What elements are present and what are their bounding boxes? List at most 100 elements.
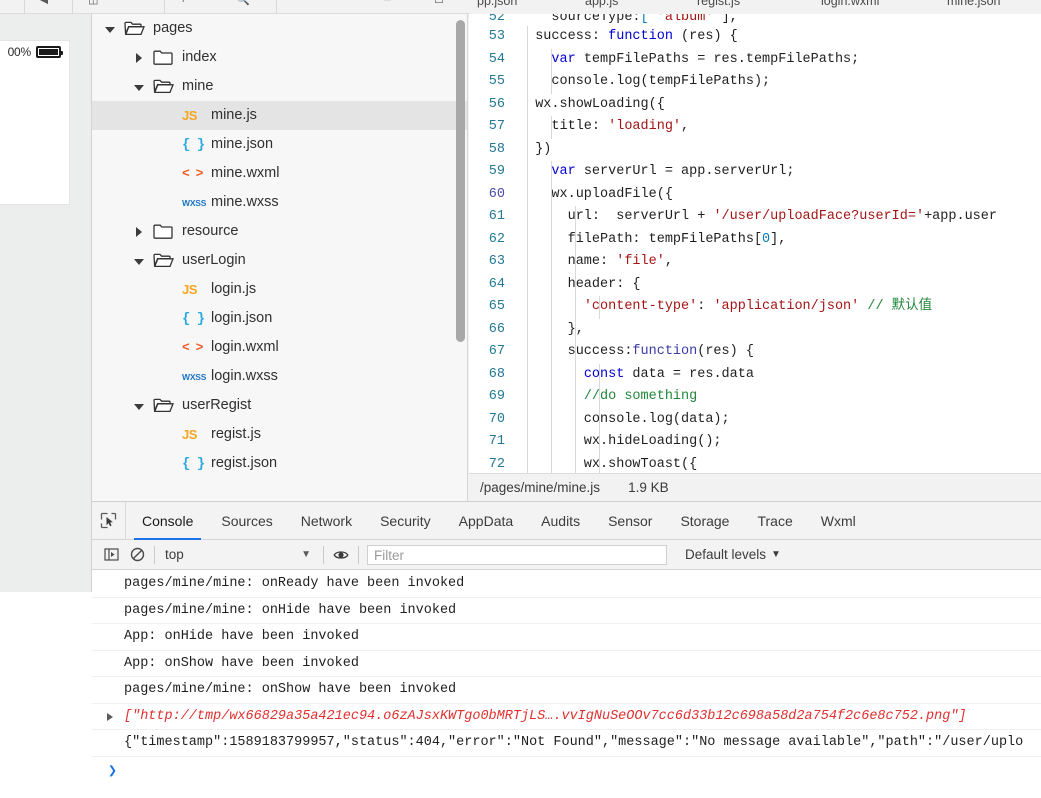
file-tree-item-userRegist[interactable]: userRegist xyxy=(92,391,467,420)
devtools-tab-network[interactable]: Network xyxy=(287,502,366,540)
back-icon[interactable]: ◀ xyxy=(40,0,48,7)
chevron-down-icon[interactable] xyxy=(102,21,118,37)
code-line[interactable]: 70 console.log(data); xyxy=(469,408,1041,431)
file-tree-item-mine-wxml[interactable]: < > mine.wxml xyxy=(92,159,467,188)
code-line[interactable]: 57 title: 'loading', xyxy=(469,116,1041,139)
expand-triangle-icon[interactable] xyxy=(106,704,116,730)
console-row[interactable]: pages/mine/mine: onShow have been invoke… xyxy=(92,677,1041,704)
minimize-icon[interactable]: ━ xyxy=(384,0,391,7)
file-tree-item-mine-json[interactable]: { } mine.json xyxy=(92,130,467,159)
console-row[interactable]: App: onShow have been invoked xyxy=(92,651,1041,677)
inspect-element-button[interactable] xyxy=(92,501,126,540)
file-tree-item-userLogin[interactable]: userLogin xyxy=(92,246,467,275)
line-number: 53 xyxy=(488,29,505,44)
file-tree-item-login-wxml[interactable]: < > login.wxml xyxy=(92,333,467,362)
search-icon[interactable]: 🔍 xyxy=(236,0,250,7)
indent-guide xyxy=(551,296,552,319)
chevron-right-icon[interactable] xyxy=(131,50,147,66)
code-line[interactable]: 68 const data = res.data xyxy=(469,363,1041,386)
chevron-right-icon[interactable] xyxy=(131,224,147,240)
file-tree-item-pages[interactable]: pages xyxy=(92,14,467,43)
clear-console-button[interactable] xyxy=(124,540,150,570)
file-tree-item-login-json[interactable]: { } login.json xyxy=(92,304,467,333)
indent-guide xyxy=(599,453,600,473)
console-filter-input[interactable]: Filter xyxy=(367,544,667,565)
devtools-tab-sensor[interactable]: Sensor xyxy=(594,502,666,540)
code-editor[interactable]: 52 sourceType:[ 'album' ], 53 success: fu… xyxy=(469,14,1041,473)
chevron-down-icon[interactable] xyxy=(131,253,147,269)
file-explorer[interactable]: pages index mine JS mine.js { } mine.json < > mi… xyxy=(92,14,468,501)
code-text: success:function(res) { xyxy=(519,341,1041,364)
code-line[interactable]: 62 filePath: tempFilePaths[0], xyxy=(469,228,1041,251)
console-sidebar-button[interactable] xyxy=(98,540,124,570)
folder-open-icon xyxy=(153,397,175,415)
file-tree-item-mine-wxss[interactable]: WXSS mine.wxss xyxy=(92,188,467,217)
devtools-tab-console[interactable]: Console xyxy=(128,502,207,540)
chevron-down-icon: ▼ xyxy=(301,549,311,560)
editor-tab-3[interactable]: login.wxml xyxy=(821,0,879,8)
code-text: console.log(data); xyxy=(519,408,1041,431)
console-row[interactable]: App: onHide have been invoked xyxy=(92,624,1041,651)
line-number: 58 xyxy=(488,141,505,157)
code-line[interactable]: 53 success: function (res) { xyxy=(469,26,1041,49)
code-line[interactable]: 54 var tempFilePaths = res.tempFilePaths… xyxy=(469,48,1041,71)
line-number: 69 xyxy=(488,389,505,404)
indent-guide xyxy=(551,71,552,94)
code-line[interactable]: 61 url: serverUrl + '/user/uploadFace?us… xyxy=(469,206,1041,229)
console-input-prompt[interactable]: ❯ xyxy=(92,757,1041,787)
console-levels-select[interactable]: Default levels ▼ xyxy=(685,547,781,562)
code-line[interactable]: 72 wx.showToast({ xyxy=(469,453,1041,473)
code-line[interactable]: 58 }) xyxy=(469,138,1041,161)
devtools-tab-appdata[interactable]: AppData xyxy=(445,502,527,540)
code-line[interactable]: 59 var serverUrl = app.serverUrl; xyxy=(469,161,1041,184)
code-line[interactable]: 63 name: 'file', xyxy=(469,251,1041,274)
file-explorer-scrollbar[interactable] xyxy=(456,20,465,342)
add-icon[interactable]: + xyxy=(180,0,186,7)
code-line[interactable]: 65 'content-type': 'application/json' //… xyxy=(469,296,1041,319)
file-tree-item-label: mine.wxml xyxy=(211,165,280,181)
chevron-down-icon[interactable] xyxy=(131,79,147,95)
editor-tab-bar[interactable]: pp.json app.js regist.js login.wxml mine… xyxy=(469,0,1041,14)
console-context-select[interactable]: top ▼ xyxy=(159,540,319,570)
console-output[interactable]: pages/mine/mine: onReady have been invok… xyxy=(92,571,1041,798)
code-line[interactable]: 67 success:function(res) { xyxy=(469,341,1041,364)
devtools-tab-trace[interactable]: Trace xyxy=(743,502,806,540)
devtools-tab-sources[interactable]: Sources xyxy=(207,502,286,540)
phone-simulator-screen[interactable]: 00% xyxy=(0,40,70,205)
chevron-down-icon[interactable] xyxy=(131,398,147,414)
file-tree-item-regist-json[interactable]: { } regist.json xyxy=(92,449,467,478)
file-tree-item-login-js[interactable]: JS login.js xyxy=(92,275,467,304)
editor-tab-1[interactable]: app.js xyxy=(585,0,618,8)
file-tree-item-index[interactable]: index xyxy=(92,43,467,72)
code-line[interactable]: 66 }, xyxy=(469,318,1041,341)
code-line[interactable]: 60 wx.uploadFile({ xyxy=(469,183,1041,206)
devtools-tab-security[interactable]: Security xyxy=(366,502,445,540)
json-file-icon: { } xyxy=(182,310,205,327)
file-tree-item-resource[interactable]: resource xyxy=(92,217,467,246)
code-line[interactable]: 64 header: { xyxy=(469,273,1041,296)
console-row[interactable]: pages/mine/mine: onReady have been invok… xyxy=(92,571,1041,598)
code-text: }, xyxy=(519,318,1041,341)
indent-guide xyxy=(527,116,528,139)
console-row[interactable]: pages/mine/mine: onHide have been invoke… xyxy=(92,598,1041,624)
code-line[interactable]: 55 console.log(tempFilePaths); xyxy=(469,71,1041,94)
code-line[interactable]: 69 //do something xyxy=(469,386,1041,409)
console-row[interactable]: ["http://tmp/wx66829a35a421ec94.o6zAJsxK… xyxy=(92,704,1041,730)
console-row[interactable]: {"timestamp":1589183799957,"status":404,… xyxy=(92,730,1041,757)
maximize-icon[interactable]: ☐ xyxy=(434,0,444,7)
devtools-tab-audits[interactable]: Audits xyxy=(527,502,594,540)
code-line[interactable]: 52 sourceType:[ 'album' ], xyxy=(469,14,1041,26)
editor-tab-2[interactable]: regist.js xyxy=(697,0,740,8)
devtools-tab-storage[interactable]: Storage xyxy=(666,502,743,540)
file-tree-item-regist-js[interactable]: JS regist.js xyxy=(92,420,467,449)
editor-tab-4[interactable]: mine.json xyxy=(947,0,1001,8)
file-tree-item-login-wxss[interactable]: WXSS login.wxss xyxy=(92,362,467,391)
layout-icon[interactable]: ◫ xyxy=(88,0,98,7)
file-tree-item-mine-js[interactable]: JS mine.js xyxy=(92,101,467,130)
code-line[interactable]: 71 wx.hideLoading(); xyxy=(469,431,1041,454)
code-line[interactable]: 56 wx.showLoading({ xyxy=(469,93,1041,116)
file-tree-item-mine[interactable]: mine xyxy=(92,72,467,101)
editor-tab-0[interactable]: pp.json xyxy=(477,0,517,8)
live-expression-button[interactable] xyxy=(328,540,354,570)
devtools-tab-wxml[interactable]: Wxml xyxy=(807,502,870,540)
